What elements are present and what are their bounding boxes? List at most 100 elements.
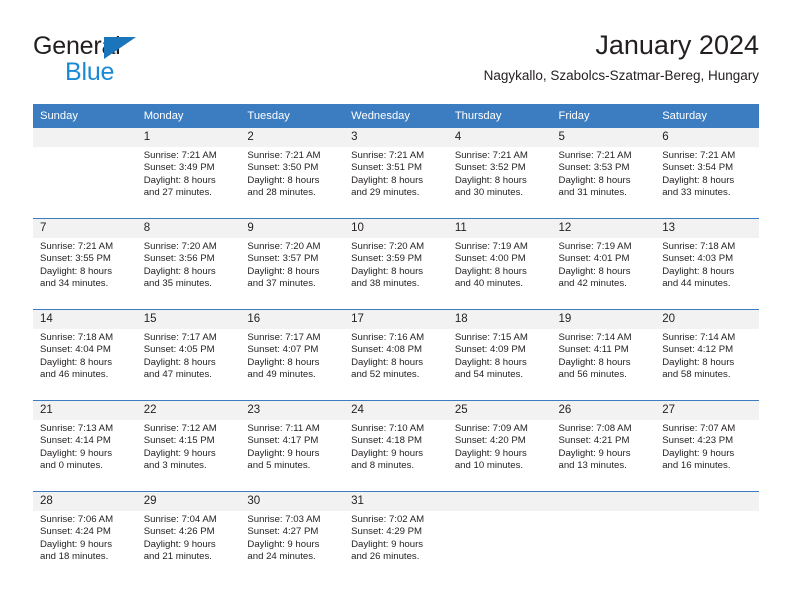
sunset-text: Sunset: 4:26 PM [143, 526, 215, 538]
sunrise-text: Sunrise: 7:21 AM [247, 150, 321, 161]
daylight-text-line1: Daylight: 8 hours [351, 174, 424, 186]
day-cell[interactable]: 31 Sunrise: 7:02 AM Sunset: 4:29 PM Dayligh… [344, 491, 448, 582]
sunset-text: Sunset: 4:20 PM [454, 435, 526, 447]
daylight-text-line2: and 30 minutes. [454, 187, 524, 199]
day-cell[interactable]: 7 Sunrise: 7:21 AM Sunset: 3:55 PM Daylight… [33, 218, 137, 310]
day-cell[interactable]: 24 Sunrise: 7:10 AM Sunset: 4:18 PM Dayligh… [344, 400, 448, 492]
day-cell[interactable]: 2 Sunrise: 7:21 AM Sunset: 3:50 PM Daylight… [240, 127, 345, 219]
daylight-text-line1: Daylight: 8 hours [662, 356, 735, 368]
day-cell[interactable]: 14 Sunrise: 7:18 AM Sunset: 4:04 PM Dayligh… [33, 309, 137, 401]
sunrise-text: Sunrise: 7:15 AM [454, 332, 528, 343]
daylight-text-line1: Daylight: 9 hours [40, 538, 112, 550]
daylight-text-line1: Daylight: 8 hours [143, 174, 216, 186]
sunrise-text: Sunrise: 7:13 AM [40, 423, 114, 434]
day-details: Sunrise: 7:21 AM Sunset: 3:53 PM Daylight:… [552, 147, 656, 200]
day-cell[interactable]: 9 Sunrise: 7:20 AM Sunset: 3:57 PM Daylight… [240, 218, 345, 310]
day-cell[interactable]: 19 Sunrise: 7:14 AM Sunset: 4:11 PM Dayligh… [551, 309, 656, 401]
weekday-header-saturday: Saturday [655, 104, 759, 128]
day-cell[interactable]: 5 Sunrise: 7:21 AM Sunset: 3:53 PM Daylight… [551, 127, 656, 219]
day-cell[interactable]: 16 Sunrise: 7:17 AM Sunset: 4:07 PM Dayligh… [240, 309, 345, 401]
title-block: January 2024 Nagykallo, Szabolcs-Szatmar… [484, 28, 759, 86]
day-cell[interactable]: 18 Sunrise: 7:15 AM Sunset: 4:09 PM Dayligh… [447, 309, 552, 401]
day-number: 29 [136, 492, 241, 511]
sunrise-text: Sunrise: 7:21 AM [454, 150, 528, 161]
weekday-header-friday: Friday [551, 104, 656, 128]
sunset-text: Sunset: 3:55 PM [40, 253, 111, 265]
daylight-text-line2: and 31 minutes. [558, 187, 627, 199]
day-cell[interactable]: 12 Sunrise: 7:19 AM Sunset: 4:01 PM Dayligh… [551, 218, 656, 310]
day-cell[interactable]: 13 Sunrise: 7:18 AM Sunset: 4:03 PM Dayligh… [655, 218, 759, 310]
day-number: 15 [136, 310, 241, 329]
daylight-text-line1: Daylight: 8 hours [454, 265, 527, 277]
day-cell[interactable]: 23 Sunrise: 7:11 AM Sunset: 4:17 PM Dayligh… [240, 400, 345, 492]
daylight-text-line1: Daylight: 8 hours [662, 174, 735, 186]
sunset-text: Sunset: 3:54 PM [662, 162, 734, 174]
sunset-text: Sunset: 4:27 PM [247, 526, 319, 538]
daylight-text-line1: Daylight: 8 hours [454, 174, 527, 186]
day-cell[interactable]: 27 Sunrise: 7:07 AM Sunset: 4:23 PM Dayligh… [655, 400, 759, 492]
sunset-text: Sunset: 4:29 PM [351, 526, 423, 538]
daylight-text-line2: and 33 minutes. [662, 187, 731, 199]
calendar-body: 1 Sunrise: 7:21 AM Sunset: 3:49 PM Daylight… [33, 127, 759, 582]
day-number: 25 [447, 401, 552, 420]
daylight-text-line1: Daylight: 9 hours [143, 538, 216, 550]
day-details: Sunrise: 7:03 AM Sunset: 4:27 PM Daylight:… [240, 511, 344, 564]
daylight-text-line2: and 0 minutes. [40, 460, 103, 472]
daylight-text-line2: and 8 minutes. [351, 460, 415, 472]
day-cell[interactable]: 4 Sunrise: 7:21 AM Sunset: 3:52 PM Daylight… [447, 127, 552, 219]
day-cell[interactable]: 28 Sunrise: 7:06 AM Sunset: 4:24 PM Dayligh… [33, 491, 137, 582]
daylight-text-line2: and 49 minutes. [247, 369, 316, 381]
daylight-text-line2: and 28 minutes. [247, 187, 316, 199]
sunrise-text: Sunrise: 7:03 AM [247, 514, 321, 525]
calendar-grid: Sunday Monday Tuesday Wednesday Thursday… [33, 104, 759, 582]
daylight-text-line1: Daylight: 9 hours [247, 538, 320, 550]
day-cell[interactable]: 10 Sunrise: 7:20 AM Sunset: 3:59 PM Dayligh… [344, 218, 448, 310]
sunset-text: Sunset: 4:08 PM [351, 344, 423, 356]
day-details: Sunrise: 7:02 AM Sunset: 4:29 PM Daylight:… [344, 511, 448, 564]
daylight-text-line2: and 18 minutes. [40, 551, 109, 563]
day-cell[interactable]: 20 Sunrise: 7:14 AM Sunset: 4:12 PM Dayligh… [655, 309, 759, 401]
day-details: Sunrise: 7:21 AM Sunset: 3:52 PM Daylight:… [448, 147, 552, 200]
day-cell[interactable]: 21 Sunrise: 7:13 AM Sunset: 4:14 PM Dayligh… [33, 400, 137, 492]
daylight-text-line1: Daylight: 8 hours [662, 265, 735, 277]
day-number: 6 [655, 128, 759, 147]
day-number: 1 [136, 128, 241, 147]
day-number: 13 [655, 219, 759, 238]
day-number: 28 [33, 492, 137, 511]
day-cell[interactable]: 3 Sunrise: 7:21 AM Sunset: 3:51 PM Daylight… [344, 127, 448, 219]
daylight-text-line1: Daylight: 8 hours [558, 356, 631, 368]
day-cell[interactable]: 1 Sunrise: 7:21 AM Sunset: 3:49 PM Daylight… [136, 127, 241, 219]
day-cell[interactable]: 15 Sunrise: 7:17 AM Sunset: 4:05 PM Dayligh… [136, 309, 241, 401]
sunrise-text: Sunrise: 7:21 AM [351, 150, 425, 161]
day-cell[interactable]: 26 Sunrise: 7:08 AM Sunset: 4:21 PM Dayligh… [551, 400, 656, 492]
day-details: Sunrise: 7:21 AM Sunset: 3:55 PM Daylight:… [33, 238, 137, 291]
day-cell[interactable]: 11 Sunrise: 7:19 AM Sunset: 4:00 PM Dayligh… [447, 218, 552, 310]
sunrise-text: Sunrise: 7:12 AM [143, 423, 217, 434]
day-details: Sunrise: 7:20 AM Sunset: 3:59 PM Daylight:… [344, 238, 448, 291]
sunset-text: Sunset: 3:50 PM [247, 162, 319, 174]
daylight-text-line1: Daylight: 8 hours [558, 265, 631, 277]
day-cell[interactable]: 30 Sunrise: 7:03 AM Sunset: 4:27 PM Dayligh… [240, 491, 345, 582]
day-cell[interactable]: 8 Sunrise: 7:20 AM Sunset: 3:56 PM Daylight… [136, 218, 241, 310]
day-cell[interactable]: 29 Sunrise: 7:04 AM Sunset: 4:26 PM Dayligh… [136, 491, 241, 582]
day-cell[interactable]: 25 Sunrise: 7:09 AM Sunset: 4:20 PM Dayligh… [447, 400, 552, 492]
sunrise-text: Sunrise: 7:17 AM [143, 332, 217, 343]
daylight-text-line2: and 38 minutes. [351, 278, 420, 290]
sunset-text: Sunset: 4:18 PM [351, 435, 423, 447]
day-cell[interactable]: 17 Sunrise: 7:16 AM Sunset: 4:08 PM Dayligh… [344, 309, 448, 401]
daylight-text-line1: Daylight: 9 hours [40, 447, 112, 459]
day-number: 27 [655, 401, 759, 420]
day-details: Sunrise: 7:13 AM Sunset: 4:14 PM Daylight:… [33, 420, 137, 473]
calendar-week-row: 7 Sunrise: 7:21 AM Sunset: 3:55 PM Daylight… [33, 218, 759, 310]
calendar-page: General Blue January 2024 Nagykallo, Sza… [0, 0, 792, 612]
day-number [655, 492, 759, 511]
daylight-text-line2: and 13 minutes. [558, 460, 627, 472]
day-number: 20 [655, 310, 759, 329]
day-number [447, 492, 552, 511]
day-cell[interactable]: 6 Sunrise: 7:21 AM Sunset: 3:54 PM Daylight… [655, 127, 759, 219]
day-details: Sunrise: 7:12 AM Sunset: 4:15 PM Daylight:… [137, 420, 241, 473]
sunset-text: Sunset: 4:03 PM [662, 253, 734, 265]
day-number: 10 [344, 219, 448, 238]
day-cell[interactable]: 22 Sunrise: 7:12 AM Sunset: 4:15 PM Dayligh… [136, 400, 241, 492]
day-number: 5 [551, 128, 656, 147]
